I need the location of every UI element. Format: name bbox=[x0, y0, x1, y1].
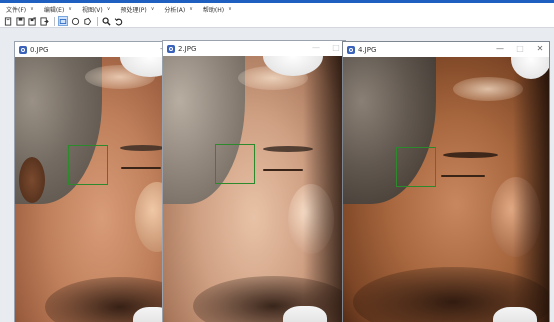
menu-view[interactable]: 视图(V) ∨ bbox=[82, 5, 110, 14]
window-titlebar[interactable]: 0.JPG — bbox=[15, 42, 173, 57]
window-titlebar[interactable]: 4.JPG — □ ✕ bbox=[343, 42, 549, 57]
window-title: 2.JPG bbox=[178, 44, 197, 53]
toolbar-separator bbox=[97, 16, 98, 26]
toolbar bbox=[0, 15, 554, 28]
window-controls: — □ ✕ bbox=[495, 44, 545, 54]
eyebrow bbox=[443, 152, 498, 158]
export-icon bbox=[39, 16, 49, 26]
toolbar-separator bbox=[54, 16, 55, 26]
image-window-0[interactable]: 0.JPG — bbox=[14, 41, 174, 322]
roi-rectangle[interactable] bbox=[68, 145, 108, 185]
save-as-button[interactable] bbox=[27, 16, 37, 26]
face-photo[interactable] bbox=[15, 57, 173, 322]
zoom-icon bbox=[101, 16, 111, 26]
maximize-icon[interactable]: □ bbox=[331, 43, 341, 53]
new-icon bbox=[4, 16, 11, 26]
chevron-down-icon: ∨ bbox=[150, 6, 155, 12]
polygon-icon bbox=[83, 17, 91, 25]
menu-analysis-label: 分析(A) bbox=[164, 6, 186, 14]
menu-edit[interactable]: 编辑(E) ∨ bbox=[44, 5, 72, 14]
face-photo[interactable] bbox=[163, 56, 345, 322]
menu-analysis[interactable]: 分析(A) ∨ bbox=[164, 5, 192, 14]
chin-rest bbox=[493, 307, 537, 322]
menu-file-label: 文件(F) bbox=[6, 6, 27, 14]
window-title: 0.JPG bbox=[30, 45, 49, 54]
save-button[interactable] bbox=[15, 16, 25, 26]
export-button[interactable] bbox=[39, 16, 49, 26]
menu-edit-label: 编辑(E) bbox=[43, 6, 65, 14]
ear-region bbox=[19, 157, 45, 203]
roi-rectangle[interactable] bbox=[396, 147, 436, 187]
image-window-2[interactable]: 2.JPG — □ bbox=[162, 40, 346, 322]
menu-bar: 文件(F) ∨ 编辑(E) ∨ 视图(V) ∨ 预处理(P) ∨ 分析(A) ∨ 帮助(H… bbox=[0, 3, 554, 15]
window-controls: — □ bbox=[311, 43, 341, 53]
chevron-down-icon: ∨ bbox=[30, 6, 34, 12]
save-as-icon bbox=[27, 16, 36, 26]
menu-help[interactable]: 帮助(H) ∨ bbox=[203, 5, 232, 14]
new-button[interactable] bbox=[3, 16, 13, 26]
app-icon bbox=[167, 44, 175, 53]
undo-icon bbox=[114, 17, 122, 25]
minimize-icon[interactable]: — bbox=[311, 43, 321, 53]
polygon-tool-button[interactable] bbox=[82, 16, 92, 26]
rectangle-tool-button[interactable] bbox=[58, 16, 68, 26]
window-title: 4.JPG bbox=[358, 45, 377, 54]
ellipse-icon bbox=[71, 17, 79, 25]
undo-button[interactable] bbox=[113, 16, 123, 26]
rectangle-icon bbox=[59, 18, 67, 24]
menu-help-label: 帮助(H) bbox=[202, 6, 225, 14]
image-window-4[interactable]: 4.JPG — □ ✕ bbox=[342, 41, 550, 322]
closed-eye bbox=[121, 167, 161, 169]
closed-eye bbox=[263, 169, 303, 171]
workspace: 0.JPG — 2.JPG — □ bbox=[0, 28, 554, 322]
window-titlebar[interactable]: 2.JPG — □ bbox=[163, 41, 345, 56]
zoom-button[interactable] bbox=[101, 16, 111, 26]
save-icon bbox=[15, 16, 25, 26]
roi-rectangle[interactable] bbox=[215, 144, 255, 184]
eyebrow bbox=[120, 145, 165, 151]
face-photo[interactable] bbox=[343, 57, 549, 322]
maximize-icon[interactable]: □ bbox=[515, 44, 525, 54]
ellipse-tool-button[interactable] bbox=[70, 16, 80, 26]
chevron-down-icon: ∨ bbox=[106, 6, 111, 12]
menu-view-label: 视图(V) bbox=[81, 6, 103, 14]
app-icon bbox=[19, 45, 27, 54]
minimize-icon[interactable]: — bbox=[495, 44, 505, 54]
chevron-down-icon: ∨ bbox=[228, 6, 232, 12]
menu-file[interactable]: 文件(F) ∨ bbox=[6, 5, 34, 14]
chevron-down-icon: ∨ bbox=[189, 6, 193, 12]
menu-preprocess-label: 预处理(P) bbox=[120, 6, 147, 14]
menu-preprocess[interactable]: 预处理(P) ∨ bbox=[120, 5, 154, 14]
app-icon bbox=[347, 45, 355, 54]
chin-rest bbox=[283, 306, 327, 322]
chevron-down-icon: ∨ bbox=[68, 6, 72, 12]
closed-eye bbox=[441, 175, 485, 177]
close-icon[interactable]: ✕ bbox=[535, 44, 545, 54]
